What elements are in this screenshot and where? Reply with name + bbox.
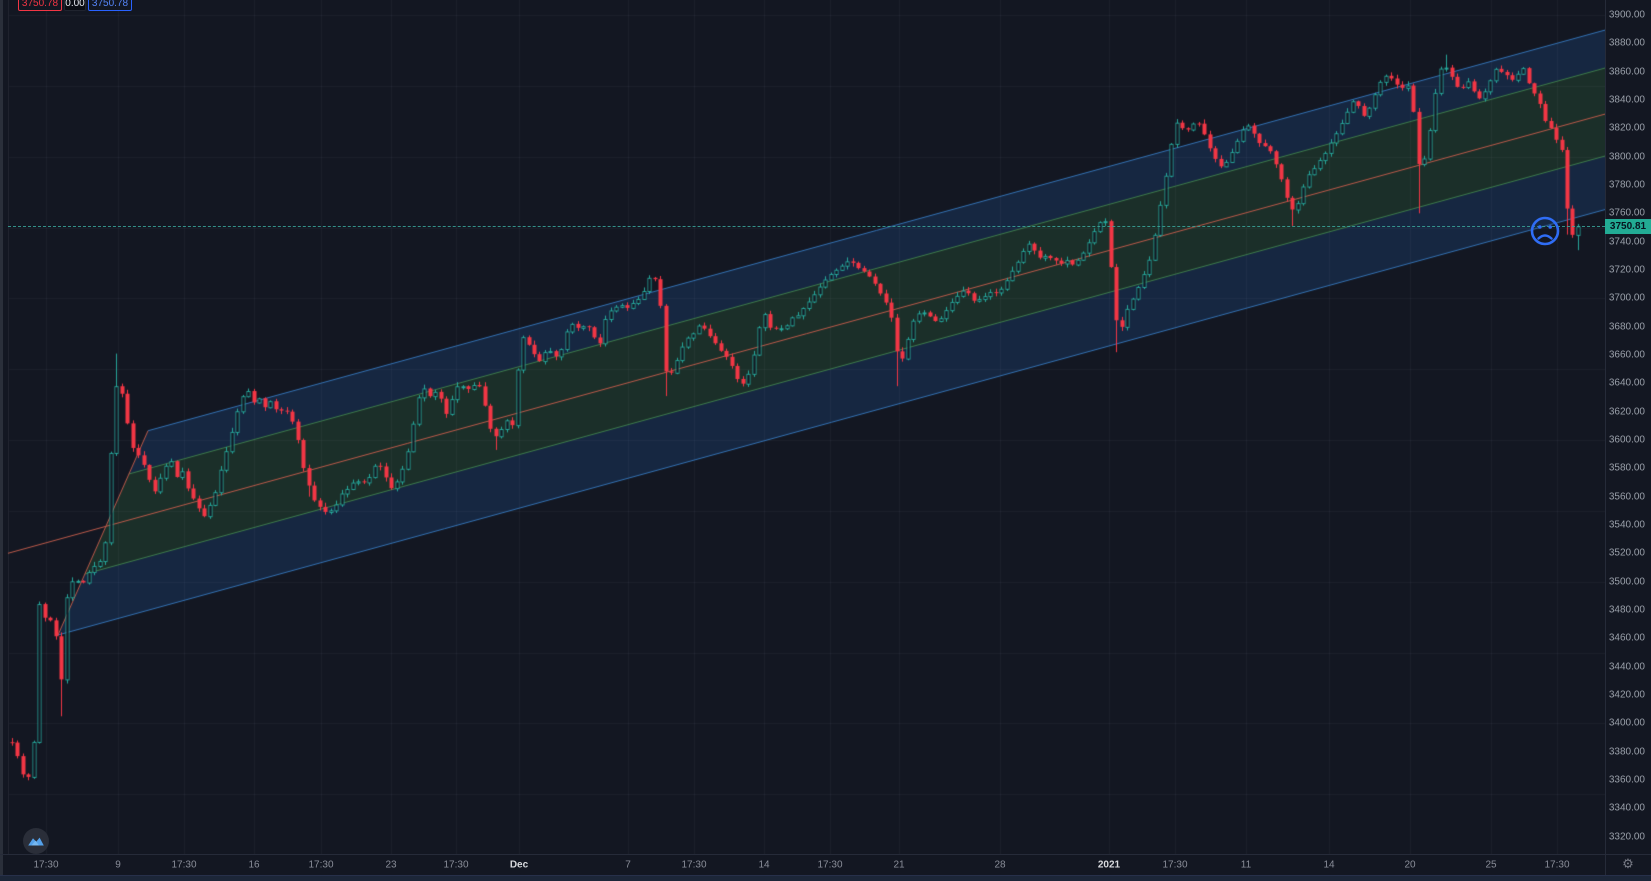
price-axis-label: 3360.00 xyxy=(1609,775,1645,786)
logo-mountains-button[interactable] xyxy=(22,827,50,855)
price-axis-label: 3700.00 xyxy=(1609,293,1645,304)
time-axis-label: Dec xyxy=(510,859,528,870)
price-axis-label: 3800.00 xyxy=(1609,151,1645,162)
last-price-dashed-line xyxy=(8,226,1605,227)
time-axis-label: 20 xyxy=(1404,859,1415,870)
time-axis-label: 28 xyxy=(994,859,1005,870)
last-price-label: 3750.81 xyxy=(1605,219,1651,234)
price-axis-label: 3480.00 xyxy=(1609,605,1645,616)
price-axis-label: 3680.00 xyxy=(1609,321,1645,332)
price-axis-label: 3400.00 xyxy=(1609,718,1645,729)
price-axis-label: 3440.00 xyxy=(1609,661,1645,672)
price-axis-label: 3880.00 xyxy=(1609,38,1645,49)
price-axis-label: 3540.00 xyxy=(1609,520,1645,531)
time-axis-label: 17:30 xyxy=(817,859,842,870)
time-axis-label: 14 xyxy=(758,859,769,870)
time-axis-label: 17:30 xyxy=(171,859,196,870)
price-axis-label: 3640.00 xyxy=(1609,378,1645,389)
price-axis-label: 3840.00 xyxy=(1609,95,1645,106)
time-axis-label: 25 xyxy=(1485,859,1496,870)
price-axis-label: 3560.00 xyxy=(1609,491,1645,502)
price-axis-label: 3820.00 xyxy=(1609,123,1645,134)
time-axis-label: 17:30 xyxy=(308,859,333,870)
left-edge-strip xyxy=(0,0,3,881)
candlestick-canvas[interactable] xyxy=(0,0,1605,854)
price-axis-label: 3420.00 xyxy=(1609,690,1645,701)
price-axis-label: 3600.00 xyxy=(1609,435,1645,446)
time-axis-label: 16 xyxy=(248,859,259,870)
time-axis-label: 7 xyxy=(625,859,631,870)
bottom-bar xyxy=(0,875,1651,881)
time-axis-label: 14 xyxy=(1323,859,1334,870)
price-axis-label: 3320.00 xyxy=(1609,831,1645,842)
price-axis-label: 3720.00 xyxy=(1609,265,1645,276)
chart-root: 3750.78 0.00 3750.78 3900.00 3880.00 3860.… xyxy=(0,0,1651,881)
sad-face-sticker-icon[interactable] xyxy=(1528,214,1562,248)
price-axis-label: 3620.00 xyxy=(1609,406,1645,417)
time-axis-label: 2021 xyxy=(1098,859,1120,870)
price-axis-label: 3740.00 xyxy=(1609,236,1645,247)
price-axis-label: 3520.00 xyxy=(1609,548,1645,559)
price-axis-label: 3340.00 xyxy=(1609,803,1645,814)
time-axis-label: 21 xyxy=(893,859,904,870)
time-axis-label: 11 xyxy=(1241,859,1251,870)
time-axis-label: 17:30 xyxy=(681,859,706,870)
price-axis-label: 3460.00 xyxy=(1609,633,1645,644)
price-axis-label: 3580.00 xyxy=(1609,463,1645,474)
time-axis-label: 17:30 xyxy=(33,859,58,870)
time-axis[interactable]: 17:30 9 17:30 16 17:30 23 17:30 Dec 7 17:30 14 17:3… xyxy=(0,854,1651,875)
price-axis-label: 3860.00 xyxy=(1609,66,1645,77)
time-axis-label: 17:30 xyxy=(1544,859,1569,870)
price-axis-label: 3760.00 xyxy=(1609,208,1645,219)
pane-left-border xyxy=(8,0,9,854)
price-axis[interactable]: 3900.00 3880.00 3860.00 3840.00 3820.00 3800.… xyxy=(1605,0,1651,854)
drawing-price-chip-zero: 0.00 xyxy=(64,0,86,11)
price-axis-label: 3780.00 xyxy=(1609,180,1645,191)
drawing-price-chip-blue: 3750.78 xyxy=(88,0,132,11)
time-axis-label: 23 xyxy=(385,859,396,870)
price-axis-label: 3500.00 xyxy=(1609,576,1645,587)
price-axis-label: 3380.00 xyxy=(1609,746,1645,757)
price-axis-label: 3660.00 xyxy=(1609,350,1645,361)
drawing-price-chip-red: 3750.78 xyxy=(18,0,62,11)
time-axis-label: 17:30 xyxy=(443,859,468,870)
time-axis-label: 9 xyxy=(115,859,121,870)
time-axis-label: 17:30 xyxy=(1162,859,1187,870)
timezone-settings-gear-icon[interactable]: ⚙ xyxy=(1622,856,1634,872)
price-axis-label: 3900.00 xyxy=(1609,10,1645,21)
